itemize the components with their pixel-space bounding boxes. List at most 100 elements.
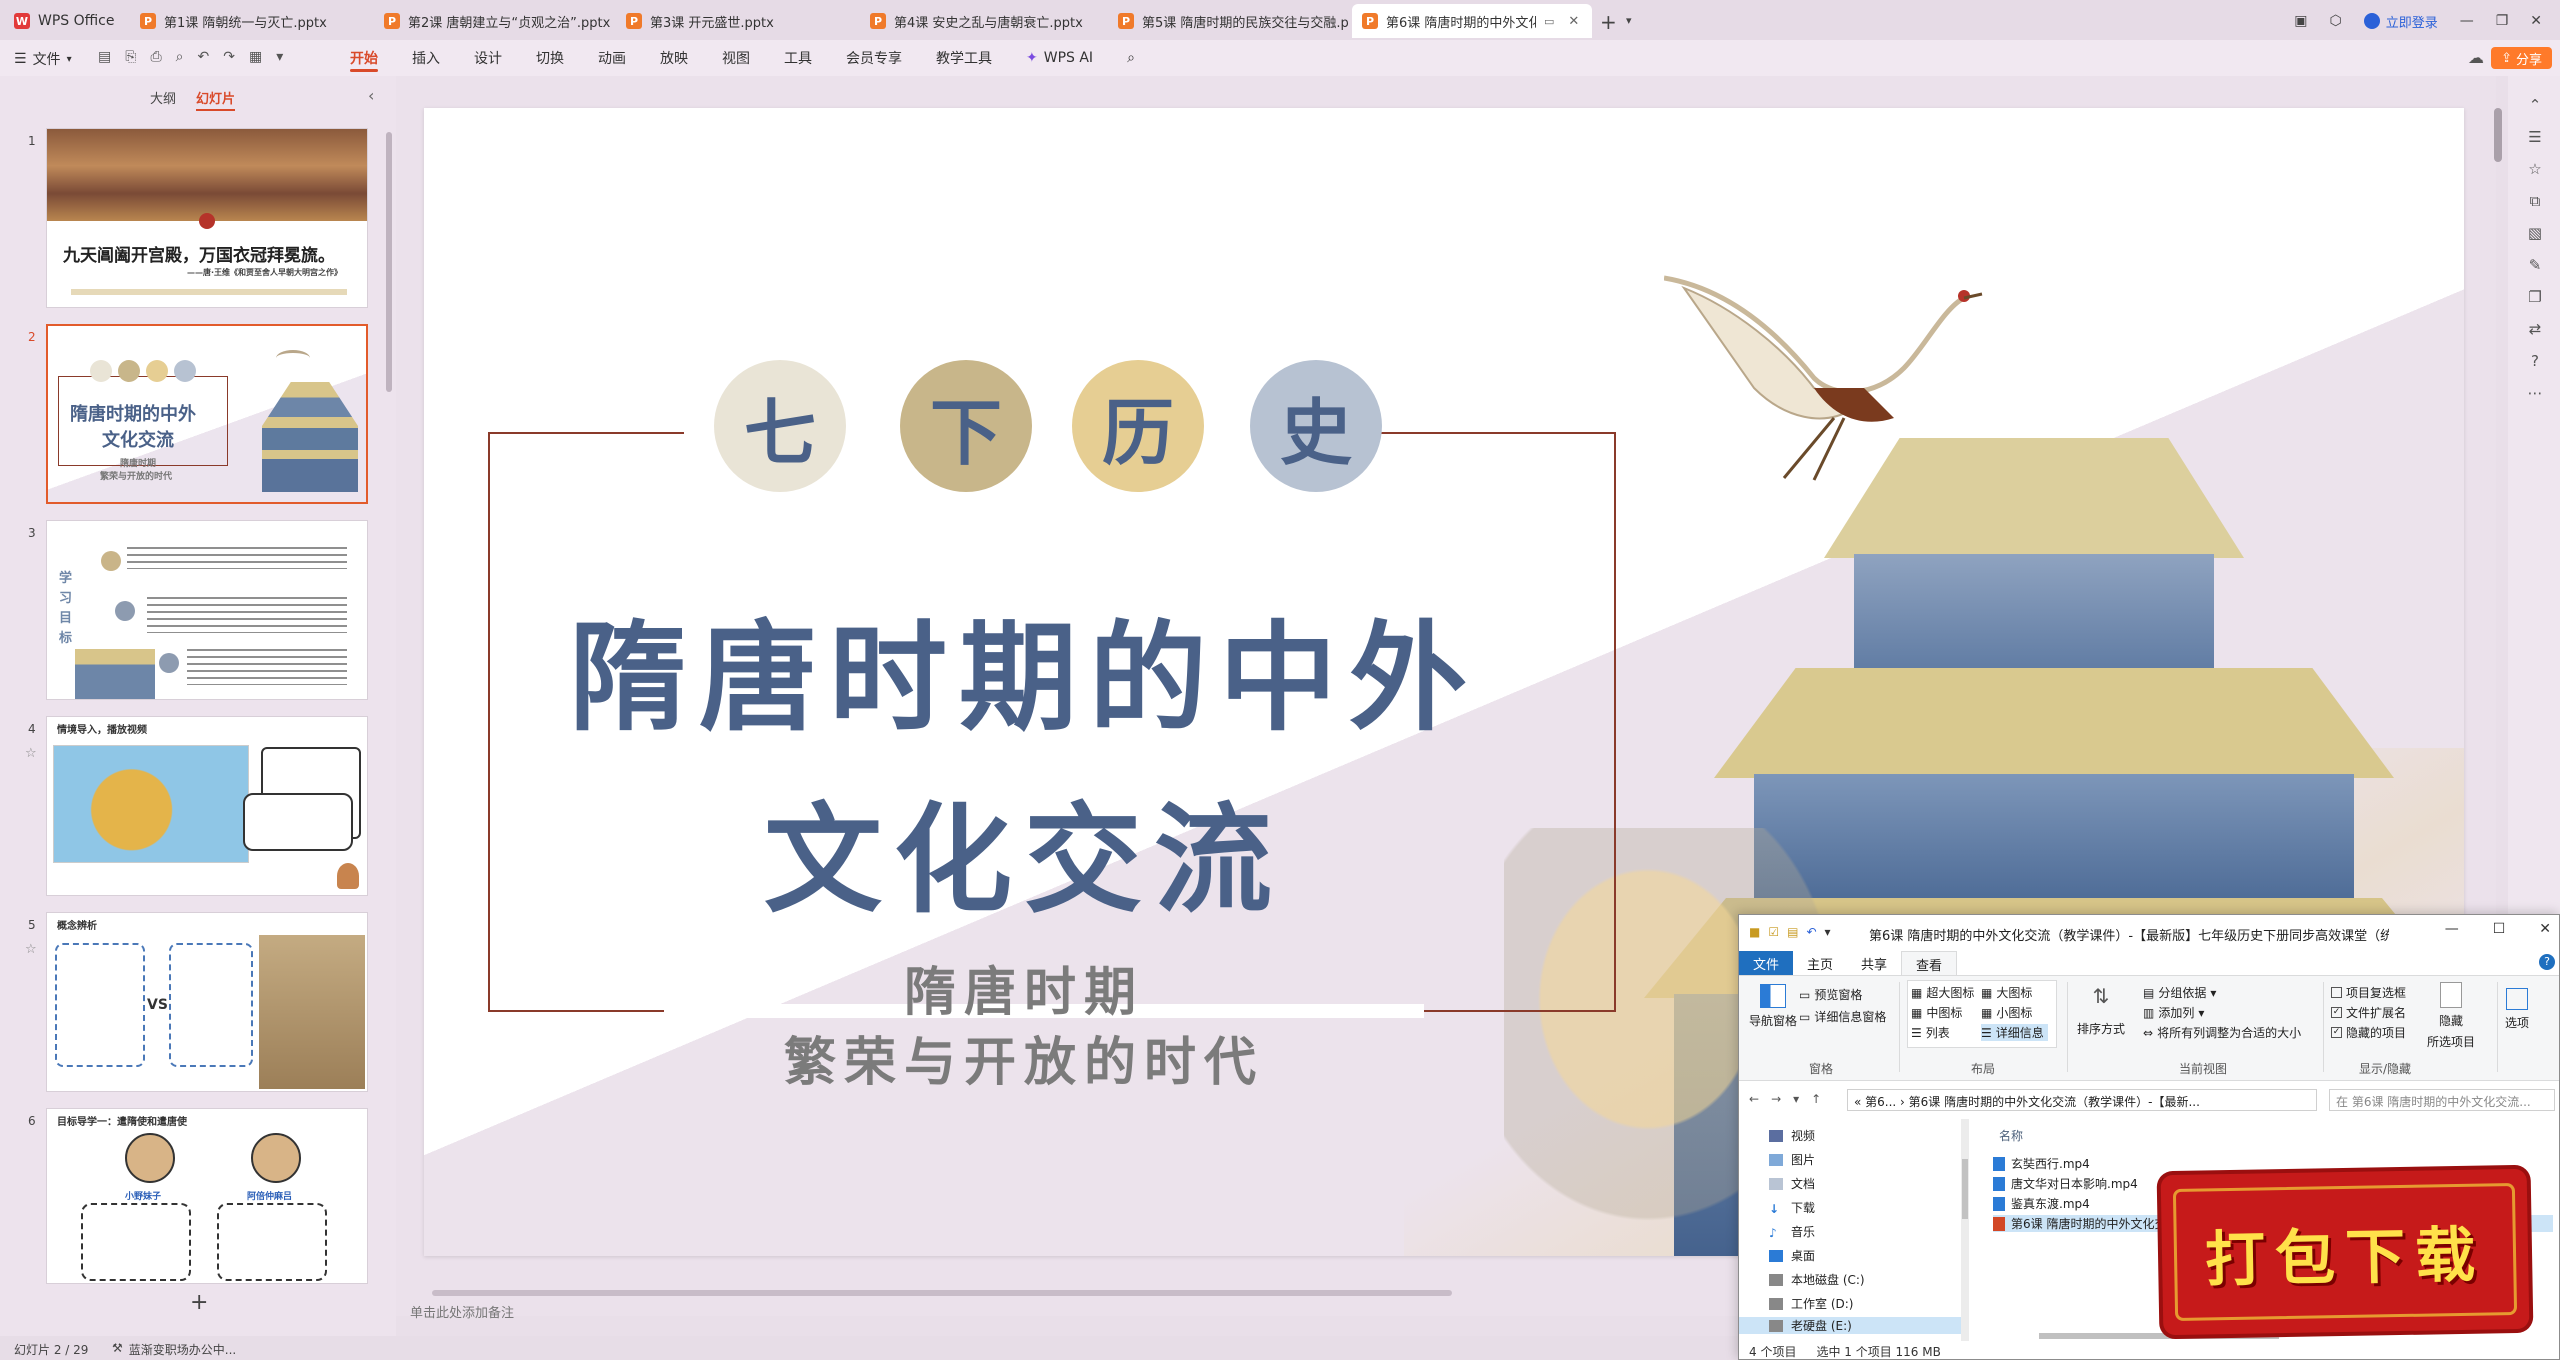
nav-item-music[interactable]: ♪ 音乐	[1769, 1223, 1815, 1240]
nav-item-desktop[interactable]: 桌面	[1769, 1247, 1815, 1264]
tab-slides[interactable]: 幻灯片	[196, 88, 236, 111]
ribbon-tab-teaching[interactable]: 教学工具	[936, 40, 992, 76]
fit-columns-button[interactable]: ⇔ 将所有列调整为合适的大小	[2143, 1024, 2301, 1041]
new-tab-icon[interactable]: +	[1600, 10, 1617, 34]
horizontal-scrollbar[interactable]	[432, 1290, 1452, 1296]
file-row-2[interactable]: 唐文华对日本影响.mp4	[1993, 1175, 2138, 1192]
undo-icon[interactable]: ↶	[197, 49, 209, 65]
nav-item-documents[interactable]: 文档	[1769, 1175, 1815, 1192]
more-icon[interactable]: ⋯	[2526, 384, 2544, 402]
view-s-icons[interactable]: ▦ 小图标	[1981, 1004, 2032, 1021]
tools-icon[interactable]: ✎	[2526, 256, 2544, 274]
nav-item-pictures[interactable]: 图片	[1769, 1151, 1815, 1168]
translate-icon[interactable]: ⇄	[2526, 320, 2544, 338]
star-icon[interactable]: ☆	[2526, 160, 2544, 178]
share-button[interactable]: ⇪ 分享	[2491, 47, 2552, 69]
explorer-tab-home[interactable]: 主页	[1793, 951, 1847, 975]
chevron-down-icon[interactable]: ▾	[276, 49, 283, 65]
bookmark-icon[interactable]: ❐	[2526, 288, 2544, 306]
tab-restore-icon[interactable]: ▭	[1544, 15, 1554, 28]
chevron-down-icon[interactable]: ▾	[1793, 1092, 1799, 1106]
nav-pane-button[interactable]: 导航窗格	[1749, 984, 1797, 1029]
up-arrow-icon[interactable]: ↑	[1811, 1092, 1821, 1106]
slide-thumb-row-4[interactable]: 4 ☆ 情境导入，播放视频	[0, 716, 396, 906]
explorer-tab-view[interactable]: 查看	[1901, 951, 1958, 975]
add-slide-icon[interactable]: +	[190, 1290, 208, 1315]
file-row-1[interactable]: 玄奘西行.mp4	[1993, 1155, 2090, 1172]
doc-tab-1[interactable]: P 第1课 隋朝统一与灭亡.pptx	[130, 4, 370, 38]
layers-icon[interactable]: ⧉	[2526, 192, 2544, 210]
minimize-icon[interactable]: —	[2445, 921, 2459, 937]
doc-tab-3[interactable]: P 第3课 开元盛世.pptx	[616, 4, 856, 38]
minimize-icon[interactable]: —	[2460, 13, 2474, 29]
column-header-name[interactable]: 名称	[1999, 1127, 2023, 1144]
search-icon[interactable]: ⌕	[1127, 40, 1135, 76]
vertical-scrollbar[interactable]	[2494, 108, 2502, 162]
print-preview-icon[interactable]: ⌕	[176, 49, 184, 65]
wps-home-tab[interactable]: W WPS Office	[14, 8, 115, 34]
cloud-sync-icon[interactable]: ☁	[2468, 48, 2484, 67]
address-bar[interactable]: « 第6... › 第6课 隋唐时期的中外文化交流（教学课件）-【最新...	[1847, 1089, 2317, 1111]
group-by-button[interactable]: ▤ 分组依据 ▾	[2143, 984, 2216, 1001]
nav-item-drive-e[interactable]: 老硬盘 (E:)	[1739, 1317, 1965, 1334]
image-icon[interactable]: ▧	[2526, 224, 2544, 242]
save-icon[interactable]: ▤	[98, 49, 111, 65]
properties-icon[interactable]: ☑	[1768, 925, 1779, 939]
maximize-icon[interactable]: ☐	[2493, 921, 2506, 937]
slide-thumb-row-5[interactable]: 5 ☆ 概念辨析 VS	[0, 912, 396, 1102]
ribbon-tab-tools[interactable]: 工具	[784, 40, 812, 76]
view-l-icons[interactable]: ▦ 大图标	[1981, 984, 2032, 1001]
collapse-panel-icon[interactable]: ‹	[368, 86, 374, 105]
file-menu[interactable]: ☰ 文件 ▾	[14, 49, 72, 69]
window-close-icon[interactable]: ✕	[2539, 921, 2551, 937]
slide-thumb-row-6[interactable]: 6 目标导学一：遣隋使和遣唐使 小野妹子 阿倍仲麻吕	[0, 1108, 396, 1288]
star-icon[interactable]: ☆	[25, 746, 37, 761]
slide-thumbnail-1[interactable]: 九天阊阖开宫殿，万国衣冠拜冕旒。 ——唐·王维《和贾至舍人早朝大明宫之作》	[46, 128, 368, 308]
close-icon[interactable]: ✕	[1568, 14, 1579, 29]
sort-by-button[interactable]: ⇅ 排序方式	[2077, 984, 2125, 1037]
nav-item-videos[interactable]: 视频	[1769, 1127, 1815, 1144]
ribbon-tab-insert[interactable]: 插入	[412, 40, 440, 76]
view-list[interactable]: ☰ 列表	[1911, 1024, 1950, 1041]
nav-item-drive-c[interactable]: 本地磁盘 (C:)	[1769, 1271, 1865, 1288]
arrow-up-icon[interactable]: ⌃	[2526, 96, 2544, 114]
slide-thumb-row-1[interactable]: 1 九天阊阖开宫殿，万国衣冠拜冕旒。 ——唐·王维《和贾至舍人早朝大明宫之作》	[0, 128, 396, 318]
add-column-button[interactable]: ▥ 添加列 ▾	[2143, 1004, 2204, 1021]
view-xl-icons[interactable]: ▦ 超大图标	[1911, 984, 1974, 1001]
window-close-icon[interactable]: ✕	[2530, 13, 2542, 29]
format-painter-icon[interactable]: ▦	[249, 49, 262, 65]
undo-icon[interactable]: ↶	[1806, 925, 1816, 939]
ribbon-tab-view[interactable]: 视图	[722, 40, 750, 76]
nav-item-drive-d[interactable]: 工作室 (D:)	[1769, 1295, 1853, 1312]
view-details[interactable]: ☰ 详细信息	[1981, 1024, 2048, 1041]
item-checkbox-toggle[interactable]: 项目复选框	[2331, 984, 2406, 1001]
view-m-icons[interactable]: ▦ 中图标	[1911, 1004, 1962, 1021]
help-icon[interactable]: ?	[2539, 954, 2555, 970]
maximize-icon[interactable]: ❐	[2496, 13, 2509, 29]
chevron-down-icon[interactable]: ▾	[1626, 14, 1632, 27]
ribbon-tab-slideshow[interactable]: 放映	[660, 40, 688, 76]
ribbon-tab-design[interactable]: 设计	[474, 40, 502, 76]
options-button[interactable]: 选项	[2505, 988, 2529, 1031]
tab-outline[interactable]: 大纲	[150, 88, 176, 111]
ribbon-tab-animation[interactable]: 动画	[598, 40, 626, 76]
export-pdf-icon[interactable]: ⎘	[125, 49, 136, 65]
slide-thumbnail-3[interactable]: 学习目标	[46, 520, 368, 700]
doc-tab-6-active[interactable]: P 第6课 隋唐时期的中外文化交流 ▭ ✕	[1352, 4, 1592, 38]
new-folder-icon[interactable]: ▤	[1787, 925, 1798, 939]
window-layout-icon[interactable]: ▣	[2294, 13, 2307, 29]
file-row-3[interactable]: 鉴真东渡.mp4	[1993, 1195, 2090, 1212]
ribbon-tab-member[interactable]: 会员专享	[846, 40, 902, 76]
slide-thumb-row-3[interactable]: 3 学习目标	[0, 520, 396, 710]
redo-icon[interactable]: ↷	[223, 49, 235, 65]
chevron-down-icon[interactable]: ▾	[1825, 925, 1831, 939]
search-input[interactable]: 在 第6课 隋唐时期的中外文化交流...	[2329, 1089, 2555, 1111]
doc-tab-2[interactable]: P 第2课 唐朝建立与“贞观之治”.pptx	[374, 4, 612, 38]
help-icon[interactable]: ?	[2526, 352, 2544, 370]
skin-icon[interactable]: ⬡	[2329, 13, 2341, 29]
explorer-tab-file[interactable]: 文件	[1739, 951, 1794, 975]
hidden-items-toggle[interactable]: ✓ 隐藏的项目	[2331, 1024, 2406, 1041]
adjust-icon[interactable]: ☰	[2526, 128, 2544, 146]
folder-icon[interactable]: ■	[1749, 925, 1760, 939]
nav-item-downloads[interactable]: ↓ 下载	[1769, 1199, 1815, 1216]
